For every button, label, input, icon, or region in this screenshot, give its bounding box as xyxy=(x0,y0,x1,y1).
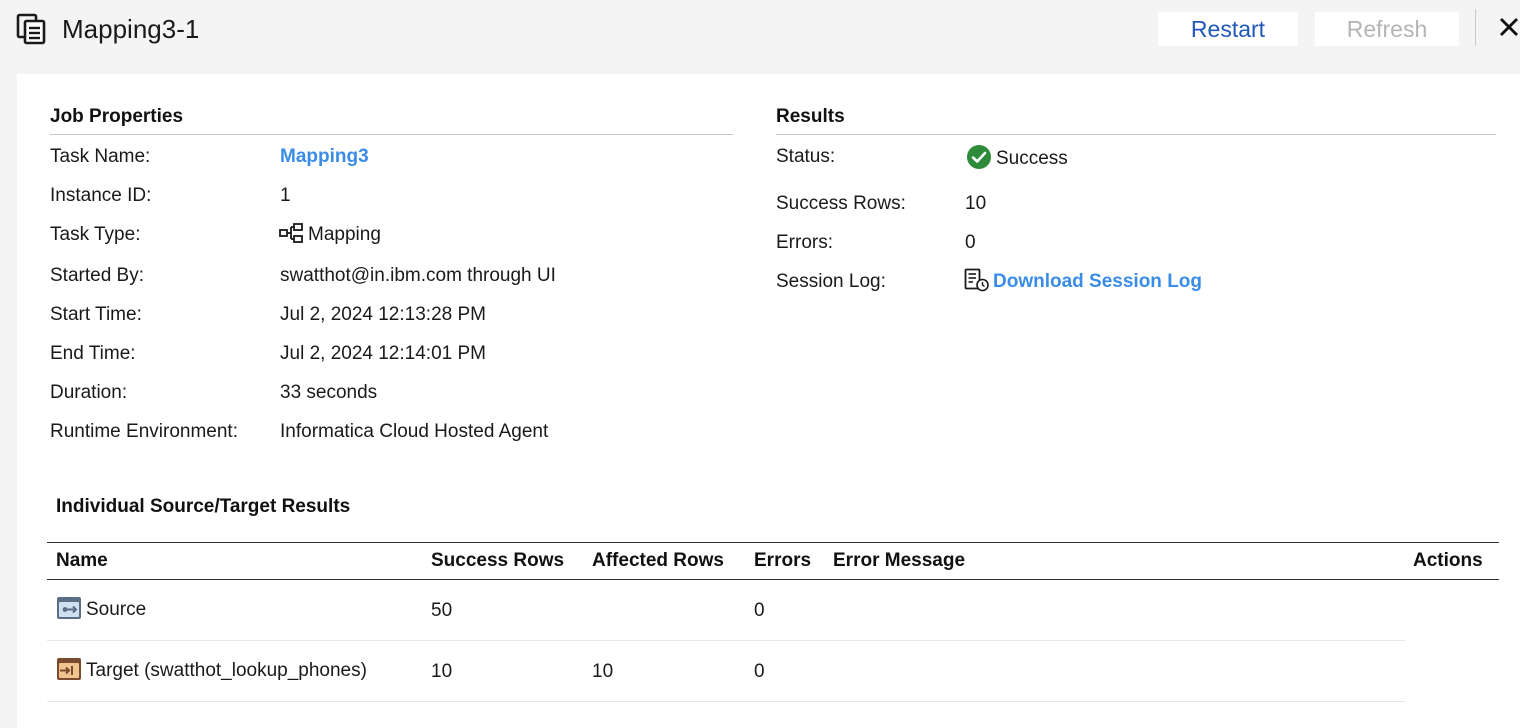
table-top-border xyxy=(47,542,1499,543)
column-header-affected-rows[interactable]: Affected Rows xyxy=(592,550,724,572)
target-icon xyxy=(57,658,81,681)
session-log-icon xyxy=(964,269,989,292)
row-success-rows: 10 xyxy=(431,661,453,682)
download-session-log-link[interactable]: Download Session Log xyxy=(993,271,1202,292)
row-errors: 0 xyxy=(754,600,765,621)
mapping-icon xyxy=(279,223,303,244)
results-heading: Results xyxy=(776,106,845,127)
job-details-panel: Job Properties Task Name: Mapping3 Insta… xyxy=(17,74,1520,728)
job-properties-heading: Job Properties xyxy=(50,106,184,127)
runtime-env-value: Informatica Cloud Hosted Agent xyxy=(280,421,549,442)
row-separator xyxy=(47,640,1405,641)
task-type-label: Task Type: xyxy=(50,224,141,245)
column-header-success-rows[interactable]: Success Rows xyxy=(431,550,564,572)
task-type-value: Mapping xyxy=(279,223,381,246)
instance-id-value: 1 xyxy=(280,185,291,206)
row-errors: 0 xyxy=(754,661,765,682)
close-icon[interactable] xyxy=(1498,16,1520,38)
errors-value: 0 xyxy=(965,232,976,253)
column-header-error-message[interactable]: Error Message xyxy=(833,550,965,572)
row-success-rows: 50 xyxy=(431,600,453,621)
session-log-label: Session Log: xyxy=(776,271,886,292)
header-divider xyxy=(1475,9,1476,46)
started-by-label: Started By: xyxy=(50,265,144,286)
instance-id-label: Instance ID: xyxy=(50,185,152,206)
task-document-icon xyxy=(16,13,46,45)
row-affected-rows: 10 xyxy=(592,661,614,682)
row-name-text: Source xyxy=(86,599,147,620)
session-log-value[interactable]: Download Session Log xyxy=(964,269,1202,293)
column-header-name[interactable]: Name xyxy=(56,550,108,572)
success-rows-value: 10 xyxy=(965,193,987,214)
row-name-cell: Target (swatthot_lookup_phones) xyxy=(56,658,367,682)
restart-button[interactable]: Restart xyxy=(1158,12,1298,46)
duration-label: Duration: xyxy=(50,382,128,403)
status-text: Success xyxy=(996,148,1068,169)
results-rule xyxy=(776,134,1496,135)
start-time-value: Jul 2, 2024 12:13:28 PM xyxy=(280,304,486,325)
success-check-icon xyxy=(967,145,991,170)
duration-value: 33 seconds xyxy=(280,382,378,403)
refresh-button[interactable]: Refresh xyxy=(1315,12,1459,46)
started-by-value: swatthot@in.ibm.com through UI xyxy=(280,265,556,286)
row-separator xyxy=(47,701,1405,702)
source-icon xyxy=(57,597,81,620)
row-name-text: Target (swatthot_lookup_phones) xyxy=(86,660,367,681)
status-label: Status: xyxy=(776,146,836,167)
row-name-cell: Source xyxy=(56,597,147,621)
end-time-label: End Time: xyxy=(50,343,136,364)
job-properties-rule xyxy=(50,134,733,135)
column-header-actions: Actions xyxy=(1413,550,1483,571)
errors-label: Errors: xyxy=(776,232,833,253)
task-name-label: Task Name: xyxy=(50,146,151,167)
success-rows-label: Success Rows: xyxy=(776,193,906,214)
individual-results-heading: Individual Source/Target Results xyxy=(56,496,351,517)
end-time-value: Jul 2, 2024 12:14:01 PM xyxy=(280,343,486,364)
dialog-header: Mapping3-1 Restart Refresh xyxy=(0,0,1520,74)
start-time-label: Start Time: xyxy=(50,304,142,325)
status-value: Success xyxy=(967,145,1068,170)
column-header-errors[interactable]: Errors xyxy=(754,550,811,572)
page-title: Mapping3-1 xyxy=(62,14,200,44)
runtime-env-label: Runtime Environment: xyxy=(50,421,238,442)
table-header-border xyxy=(47,579,1499,580)
task-type-text: Mapping xyxy=(308,224,381,245)
task-name-link[interactable]: Mapping3 xyxy=(280,146,369,168)
